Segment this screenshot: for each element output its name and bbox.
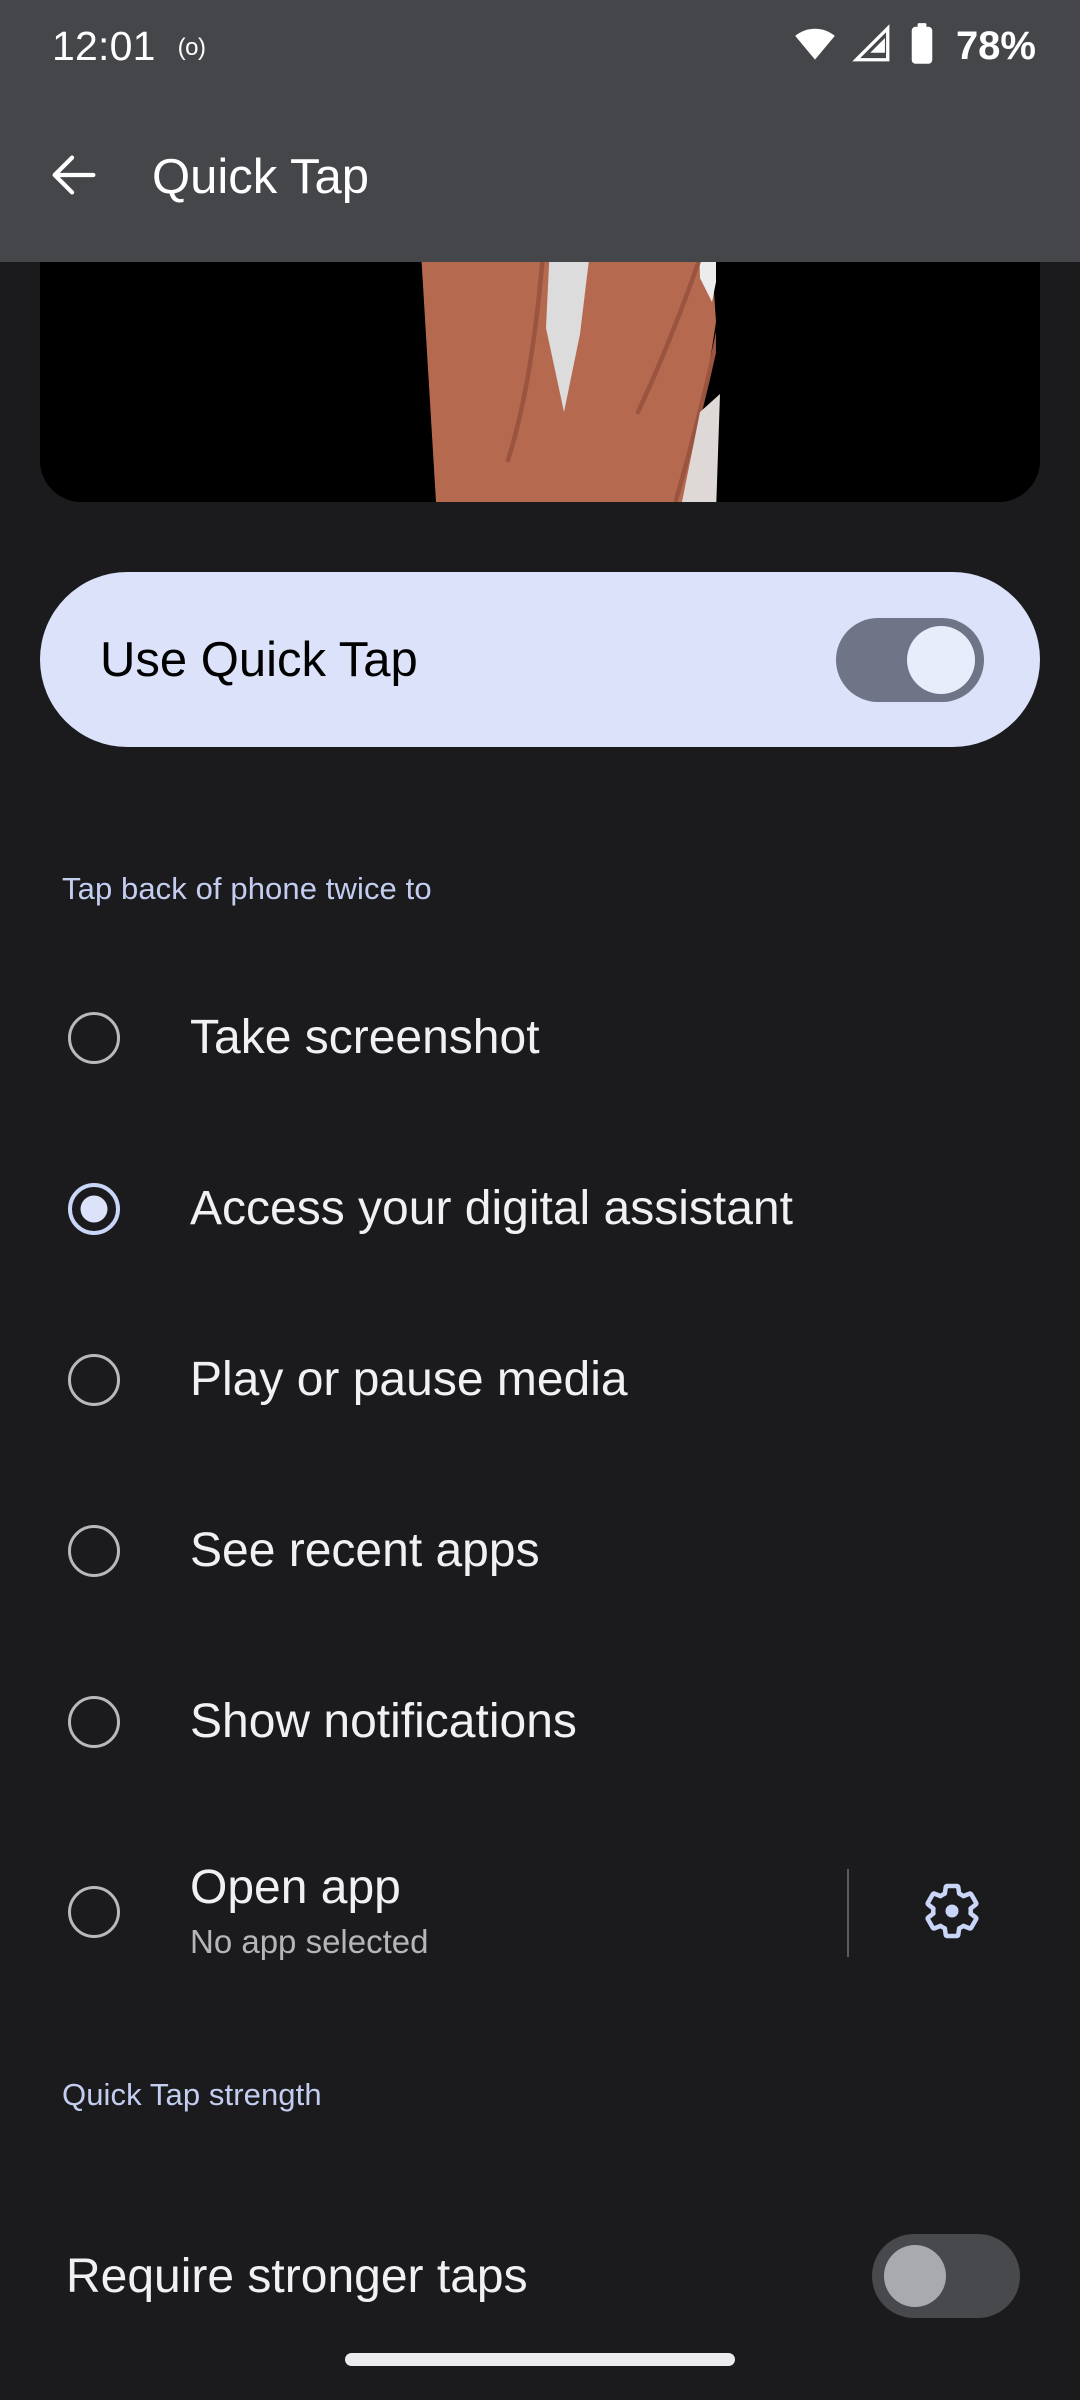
quick-tap-settings-screen: 12:01 (o) 78% Quick Tap Use Quick Tap Ta… bbox=[0, 0, 1080, 2400]
battery-icon bbox=[907, 22, 937, 71]
cellular-signal-icon bbox=[851, 23, 893, 70]
radio-button-unselected[interactable] bbox=[68, 1696, 120, 1748]
dnd-vibrate-icon: (o) bbox=[177, 34, 206, 61]
radio-option-label: See recent apps bbox=[190, 1523, 540, 1577]
battery-percentage: 78% bbox=[955, 23, 1036, 68]
radio-option-texts: Open app No app selected bbox=[190, 1860, 429, 1961]
radio-option-texts: Play or pause media bbox=[190, 1352, 628, 1406]
back-button[interactable] bbox=[26, 129, 122, 225]
radio-option-play-or-pause-media[interactable]: Play or pause media bbox=[0, 1314, 1080, 1446]
quick-tap-illustration bbox=[40, 262, 1040, 502]
status-bar-right: 78% bbox=[793, 22, 1036, 71]
require-stronger-taps-switch[interactable] bbox=[872, 2234, 1020, 2318]
radio-option-label: Open app bbox=[190, 1860, 401, 1914]
wifi-icon bbox=[793, 22, 837, 71]
switch-knob bbox=[884, 2245, 946, 2307]
radio-button-unselected[interactable] bbox=[68, 1525, 120, 1577]
page-title: Quick Tap bbox=[152, 150, 369, 204]
radio-option-label: Play or pause media bbox=[190, 1352, 628, 1406]
radio-button-unselected[interactable] bbox=[68, 1886, 120, 1938]
radio-option-texts: Access your digital assistant bbox=[190, 1181, 793, 1235]
radio-option-show-notifications[interactable]: Show notifications bbox=[0, 1656, 1080, 1788]
app-bar: Quick Tap bbox=[0, 92, 1080, 262]
switch-knob bbox=[907, 625, 975, 694]
tap-action-section-header: Tap back of phone twice to bbox=[62, 871, 432, 906]
quick-tap-strength-section-header: Quick Tap strength bbox=[62, 2077, 322, 2112]
gear-icon bbox=[922, 1881, 982, 1946]
open-app-settings-button[interactable] bbox=[900, 1861, 1004, 1965]
back-arrow-icon bbox=[45, 146, 103, 209]
radio-option-subtitle: No app selected bbox=[190, 1923, 429, 1961]
radio-option-texts: Take screenshot bbox=[190, 1010, 540, 1064]
radio-button-unselected[interactable] bbox=[68, 1012, 120, 1064]
use-quick-tap-card[interactable]: Use Quick Tap bbox=[40, 572, 1040, 747]
radio-option-label: Access your digital assistant bbox=[190, 1181, 793, 1235]
require-stronger-taps-label: Require stronger taps bbox=[66, 2249, 528, 2303]
open-app-divider bbox=[847, 1869, 849, 1957]
radio-button-unselected[interactable] bbox=[68, 1354, 120, 1406]
home-indicator[interactable] bbox=[345, 2353, 735, 2366]
radio-button-selected[interactable] bbox=[68, 1183, 120, 1235]
radio-option-label: Show notifications bbox=[190, 1694, 577, 1748]
status-bar: 12:01 (o) 78% bbox=[0, 0, 1080, 92]
require-stronger-taps-row[interactable]: Require stronger taps bbox=[0, 2206, 1080, 2346]
radio-option-see-recent-apps[interactable]: See recent apps bbox=[0, 1485, 1080, 1617]
status-bar-left: 12:01 (o) bbox=[52, 22, 206, 70]
radio-option-texts: See recent apps bbox=[190, 1523, 540, 1577]
status-bar-clock: 12:01 bbox=[52, 22, 156, 69]
hand-tapping-phone-graphic bbox=[40, 262, 1040, 502]
use-quick-tap-label: Use Quick Tap bbox=[100, 632, 418, 687]
radio-option-texts: Show notifications bbox=[190, 1694, 577, 1748]
use-quick-tap-switch[interactable] bbox=[836, 617, 984, 702]
radio-option-access-digital-assistant[interactable]: Access your digital assistant bbox=[0, 1143, 1080, 1275]
radio-option-take-screenshot[interactable]: Take screenshot bbox=[0, 972, 1080, 1104]
radio-option-label: Take screenshot bbox=[190, 1010, 540, 1064]
